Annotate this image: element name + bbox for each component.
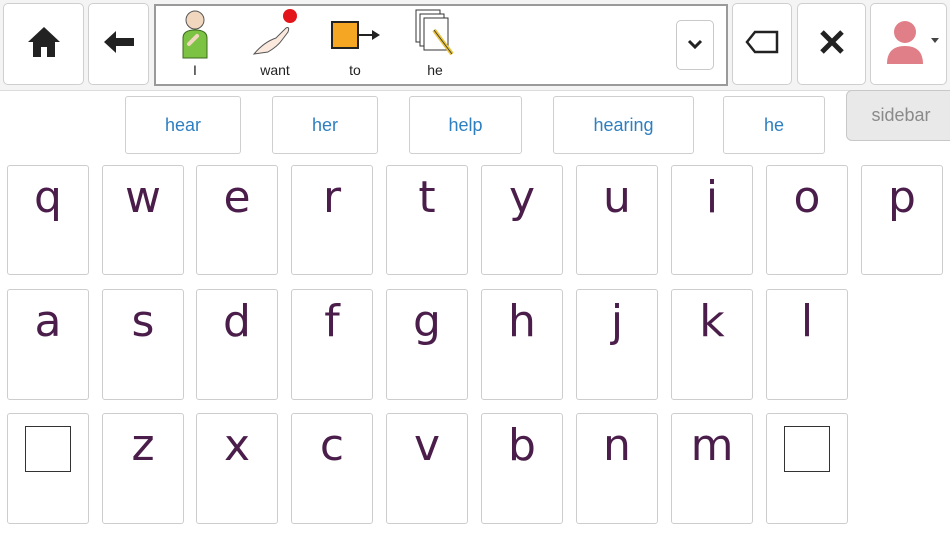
key-label: q xyxy=(34,172,62,223)
user-avatar-icon xyxy=(879,14,939,75)
back-arrow-icon xyxy=(102,29,136,60)
key-p[interactable]: p xyxy=(861,165,943,275)
key-label: a xyxy=(34,296,62,347)
message-symbol-i[interactable]: I xyxy=(158,8,232,84)
key-l[interactable]: l xyxy=(766,289,848,400)
key-s[interactable]: s xyxy=(102,289,184,400)
message-symbol-label: want xyxy=(260,62,290,78)
key-label: c xyxy=(319,420,345,471)
sidebar-button[interactable]: sidebar xyxy=(846,90,950,141)
key-label: f xyxy=(324,296,340,347)
key-v[interactable]: v xyxy=(386,413,468,524)
key-label: i xyxy=(705,172,719,223)
chevron-down-icon xyxy=(687,36,703,54)
empty-square-icon xyxy=(25,426,71,472)
key-label: t xyxy=(418,172,436,223)
key-label: g xyxy=(413,296,441,347)
key-u[interactable]: u xyxy=(576,165,658,275)
key-m[interactable]: m xyxy=(671,413,753,524)
key-label: w xyxy=(125,172,161,223)
back-button[interactable] xyxy=(88,3,149,85)
key-label: v xyxy=(413,420,441,471)
key-y[interactable]: y xyxy=(481,165,563,275)
key-label: m xyxy=(690,420,734,471)
key-a[interactable]: a xyxy=(7,289,89,400)
message-symbol-want[interactable]: want xyxy=(238,8,312,84)
key-label: r xyxy=(322,172,342,223)
message-symbol-label: to xyxy=(349,62,361,78)
key-x[interactable]: x xyxy=(196,413,278,524)
key-h[interactable]: h xyxy=(481,289,563,400)
clear-x-icon xyxy=(818,28,846,61)
key-blank-right[interactable] xyxy=(766,413,848,524)
prediction-he[interactable]: he xyxy=(723,96,825,154)
key-label: l xyxy=(800,296,814,347)
message-dropdown-button[interactable] xyxy=(676,20,714,70)
clear-button[interactable] xyxy=(797,3,866,85)
key-label: h xyxy=(508,296,536,347)
key-label: j xyxy=(610,296,624,347)
message-symbol-he[interactable]: he xyxy=(398,8,472,84)
key-label: z xyxy=(131,420,155,471)
key-label: y xyxy=(508,172,536,223)
message-bar[interactable]: I want to he xyxy=(154,4,728,86)
key-z[interactable]: z xyxy=(102,413,184,524)
user-menu-button[interactable] xyxy=(870,3,947,85)
person-pointing-self-icon xyxy=(173,8,217,60)
backspace-icon xyxy=(745,30,779,59)
prediction-help[interactable]: help xyxy=(409,96,522,154)
key-e[interactable]: e xyxy=(196,165,278,275)
key-label: x xyxy=(223,420,251,471)
key-f[interactable]: f xyxy=(291,289,373,400)
prediction-her[interactable]: her xyxy=(272,96,378,154)
home-button[interactable] xyxy=(3,3,84,85)
key-label: b xyxy=(508,420,536,471)
key-label: p xyxy=(888,172,916,223)
key-o[interactable]: o xyxy=(766,165,848,275)
backspace-button[interactable] xyxy=(732,3,792,85)
message-symbol-label: I xyxy=(193,62,197,78)
prediction-hear[interactable]: hear xyxy=(125,96,241,154)
top-toolbar: I want to he xyxy=(0,0,950,91)
key-label: o xyxy=(793,172,821,223)
key-d[interactable]: d xyxy=(196,289,278,400)
papers-pencil-icon xyxy=(408,8,462,60)
key-label: e xyxy=(223,172,251,223)
key-label: n xyxy=(603,420,631,471)
key-i[interactable]: i xyxy=(671,165,753,275)
key-q[interactable]: q xyxy=(7,165,89,275)
key-r[interactable]: r xyxy=(291,165,373,275)
prediction-hearing[interactable]: hearing xyxy=(553,96,694,154)
key-blank-left[interactable] xyxy=(7,413,89,524)
key-label: s xyxy=(131,296,155,347)
empty-square-icon xyxy=(784,426,830,472)
key-t[interactable]: t xyxy=(386,165,468,275)
key-k[interactable]: k xyxy=(671,289,753,400)
key-label: u xyxy=(603,172,631,223)
key-b[interactable]: b xyxy=(481,413,563,524)
key-label: k xyxy=(699,296,725,347)
key-n[interactable]: n xyxy=(576,413,658,524)
message-symbol-label: he xyxy=(427,62,443,78)
key-c[interactable]: c xyxy=(291,413,373,524)
key-g[interactable]: g xyxy=(386,289,468,400)
box-arrow-icon xyxy=(328,8,382,60)
key-label: d xyxy=(223,296,251,347)
home-icon xyxy=(26,25,62,64)
hand-reaching-ball-icon xyxy=(250,8,300,60)
message-symbol-to[interactable]: to xyxy=(318,8,392,84)
key-w[interactable]: w xyxy=(102,165,184,275)
key-j[interactable]: j xyxy=(576,289,658,400)
